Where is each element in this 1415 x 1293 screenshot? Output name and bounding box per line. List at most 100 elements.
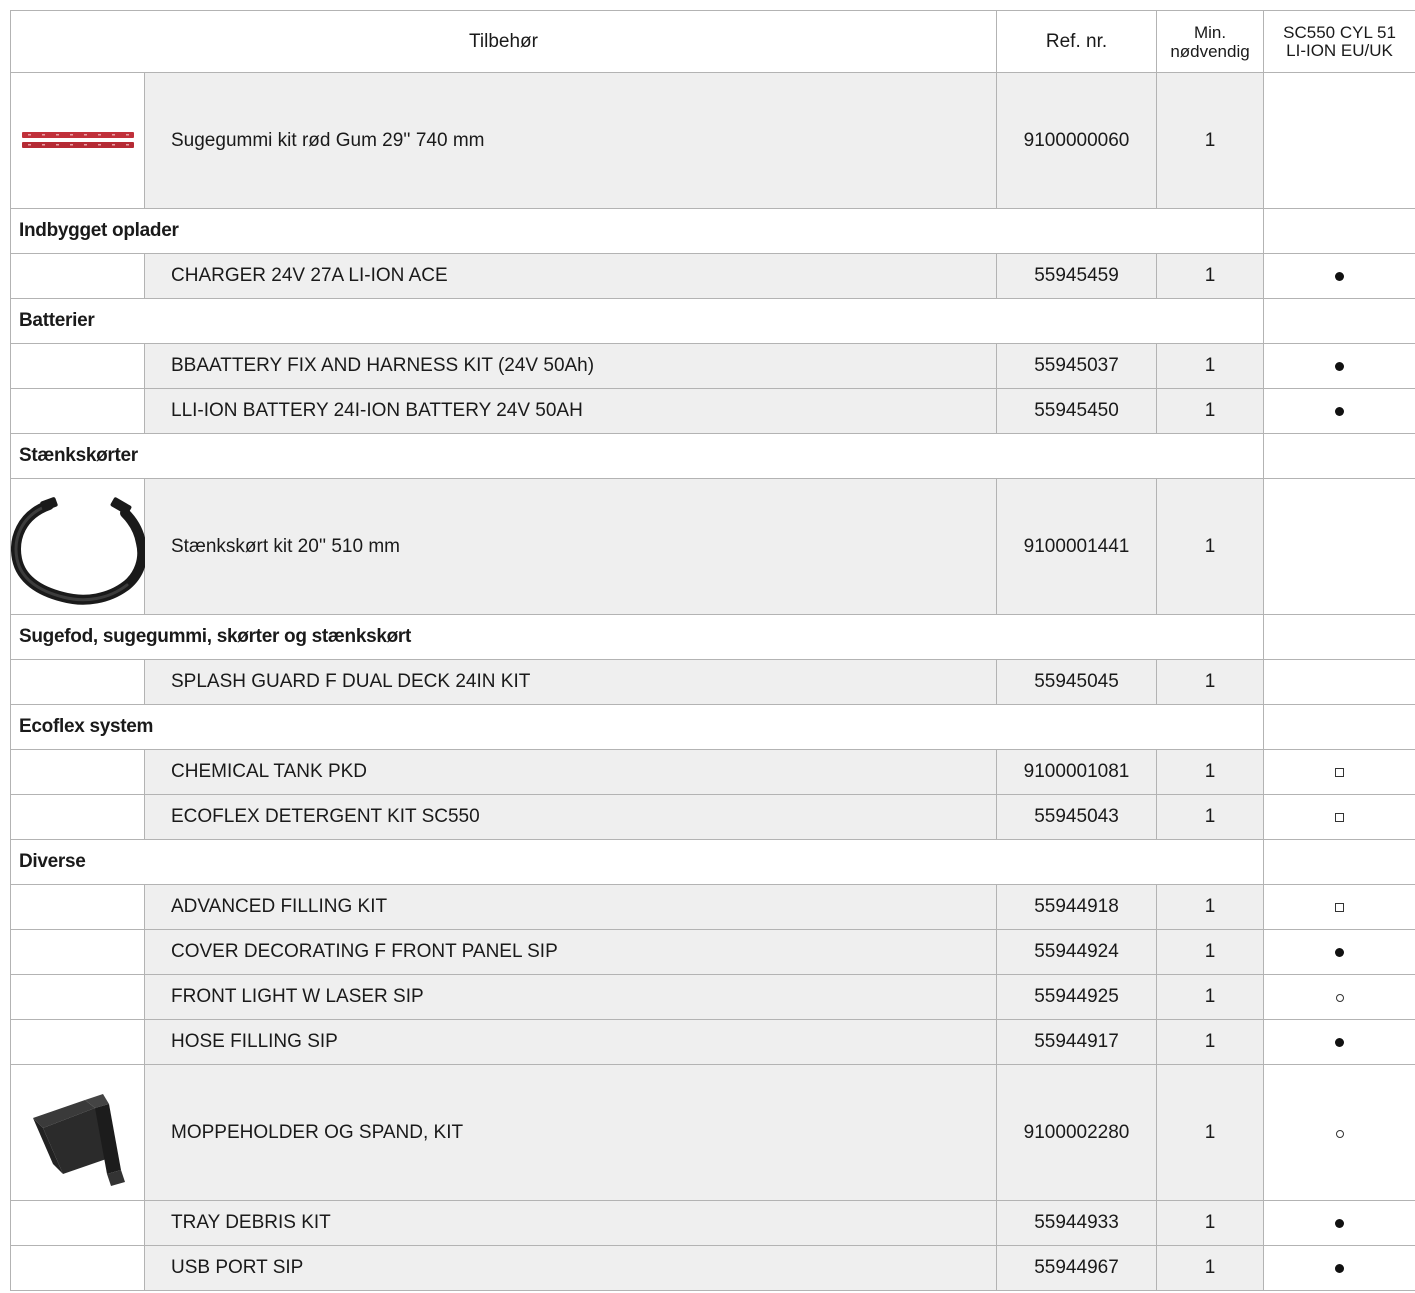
table-row: CHARGER 24V 27A LI-ION ACE 55945459 1	[10, 253, 1415, 299]
standard-dot-icon	[1335, 1038, 1345, 1047]
table-row: ADVANCED FILLING KIT 55944918 1	[10, 884, 1415, 930]
header-model-line1: SC550 CYL 51	[1283, 22, 1396, 42]
category-label: Diverse	[9, 839, 1265, 885]
item-ref: 55945037	[996, 343, 1158, 389]
category-model-cell	[1263, 614, 1415, 660]
item-min: 1	[1156, 1019, 1265, 1065]
item-image-cell	[10, 794, 145, 840]
item-ref: 9100001081	[996, 749, 1158, 795]
item-image-cell	[10, 974, 145, 1020]
category-model-cell	[1263, 839, 1415, 885]
table-row: USB PORT SIP 55944967 1	[10, 1245, 1415, 1291]
item-description: ADVANCED FILLING KIT	[143, 884, 998, 930]
item-ref: 55944917	[996, 1019, 1158, 1065]
item-min: 1	[1156, 659, 1265, 705]
category-row: Ecoflex system	[9, 704, 1415, 750]
item-availability	[1263, 478, 1415, 615]
standard-dot-icon	[1335, 407, 1345, 416]
category-label: Indbygget oplader	[9, 208, 1265, 254]
item-availability	[1263, 1064, 1415, 1201]
item-ref: 55944933	[996, 1200, 1158, 1246]
table-row: SPLASH GUARD F DUAL DECK 24IN KIT 559450…	[10, 659, 1415, 705]
item-min: 1	[1156, 1064, 1265, 1201]
splash-skirt-image	[11, 496, 145, 605]
item-availability	[1263, 749, 1415, 795]
table-header-row: Tilbehør Ref. nr. Min. nødvendig SC550 C…	[9, 10, 1415, 73]
item-image-cell	[10, 72, 145, 209]
mop-holder-image	[32, 1093, 125, 1186]
item-availability	[1263, 1019, 1415, 1065]
item-description: USB PORT SIP	[143, 1245, 998, 1291]
item-ref: 55945459	[996, 253, 1158, 299]
item-availability	[1263, 388, 1415, 434]
item-min: 1	[1156, 478, 1265, 615]
category-label: Ecoflex system	[9, 704, 1265, 750]
item-ref: 9100001441	[996, 478, 1158, 615]
item-image-cell	[10, 1245, 145, 1291]
item-image-cell	[10, 478, 145, 615]
category-label: Batterier	[9, 298, 1265, 344]
item-ref: 55945450	[996, 388, 1158, 434]
item-description: HOSE FILLING SIP	[143, 1019, 998, 1065]
item-min: 1	[1156, 794, 1265, 840]
item-min: 1	[1156, 343, 1265, 389]
item-description: LLI-ION BATTERY 24I-ION BATTERY 24V 50AH	[143, 388, 998, 434]
category-row: Diverse	[9, 839, 1415, 885]
red-squeegee-image	[21, 131, 134, 148]
item-ref: 55944924	[996, 929, 1158, 975]
item-min: 1	[1156, 253, 1265, 299]
item-ref: 9100000060	[996, 72, 1158, 209]
standard-dot-icon	[1335, 362, 1345, 371]
item-min: 1	[1156, 1200, 1265, 1246]
item-description: FRONT LIGHT W LASER SIP	[143, 974, 998, 1020]
table-row: Sugegummi kit rød Gum 29'' 740 mm 910000…	[10, 72, 1415, 209]
table-row: BBAATTERY FIX AND HARNESS KIT (24V 50Ah)…	[10, 343, 1415, 389]
item-availability	[1263, 884, 1415, 930]
category-model-cell	[1263, 704, 1415, 750]
item-image-cell	[10, 343, 145, 389]
item-ref: 55945043	[996, 794, 1158, 840]
table-row: LLI-ION BATTERY 24I-ION BATTERY 24V 50AH…	[10, 388, 1415, 434]
category-row: Stænkskørter	[9, 433, 1415, 479]
accessories-table: Tilbehør Ref. nr. Min. nødvendig SC550 C…	[9, 10, 1415, 1291]
square-icon	[1335, 903, 1345, 912]
table-row: COVER DECORATING F FRONT PANEL SIP 55944…	[10, 929, 1415, 975]
item-image-cell	[10, 884, 145, 930]
standard-dot-icon	[1335, 1264, 1345, 1273]
table-row: MOPPEHOLDER OG SPAND, KIT 9100002280 1	[10, 1064, 1415, 1201]
item-ref: 55944918	[996, 884, 1158, 930]
item-image-cell	[10, 929, 145, 975]
item-availability	[1263, 794, 1415, 840]
item-description: COVER DECORATING F FRONT PANEL SIP	[143, 929, 998, 975]
item-ref: 55944925	[996, 974, 1158, 1020]
item-description: TRAY DEBRIS KIT	[143, 1200, 998, 1246]
item-image-cell	[10, 253, 145, 299]
item-min: 1	[1156, 929, 1265, 975]
item-description: SPLASH GUARD F DUAL DECK 24IN KIT	[143, 659, 998, 705]
item-availability	[1263, 974, 1415, 1020]
item-ref: 55944967	[996, 1245, 1158, 1291]
table-row: FRONT LIGHT W LASER SIP 55944925 1	[10, 974, 1415, 1020]
item-description: MOPPEHOLDER OG SPAND, KIT	[143, 1064, 998, 1201]
header-model: SC550 CYL 51 LI-ION EU/UK	[1263, 10, 1415, 73]
item-image-cell	[10, 1019, 145, 1065]
item-min: 1	[1156, 388, 1265, 434]
item-image-cell	[10, 659, 145, 705]
item-ref: 55945045	[996, 659, 1158, 705]
item-min: 1	[1156, 1245, 1265, 1291]
header-min-line1: Min.	[1193, 22, 1227, 42]
optional-ring-icon	[1335, 994, 1344, 1002]
item-description: Stænkskørt kit 20'' 510 mm	[143, 478, 998, 615]
item-availability	[1263, 253, 1415, 299]
item-image-cell	[10, 1064, 145, 1201]
item-availability	[1263, 929, 1415, 975]
item-min: 1	[1156, 974, 1265, 1020]
table-row: TRAY DEBRIS KIT 55944933 1	[10, 1200, 1415, 1246]
item-min: 1	[1156, 884, 1265, 930]
header-min-required: Min. nødvendig	[1156, 10, 1265, 73]
standard-dot-icon	[1335, 948, 1345, 957]
item-availability	[1263, 659, 1415, 705]
item-description: ECOFLEX DETERGENT KIT SC550	[143, 794, 998, 840]
header-model-line2: LI-ION EU/UK	[1286, 40, 1393, 60]
standard-dot-icon	[1335, 1219, 1345, 1228]
